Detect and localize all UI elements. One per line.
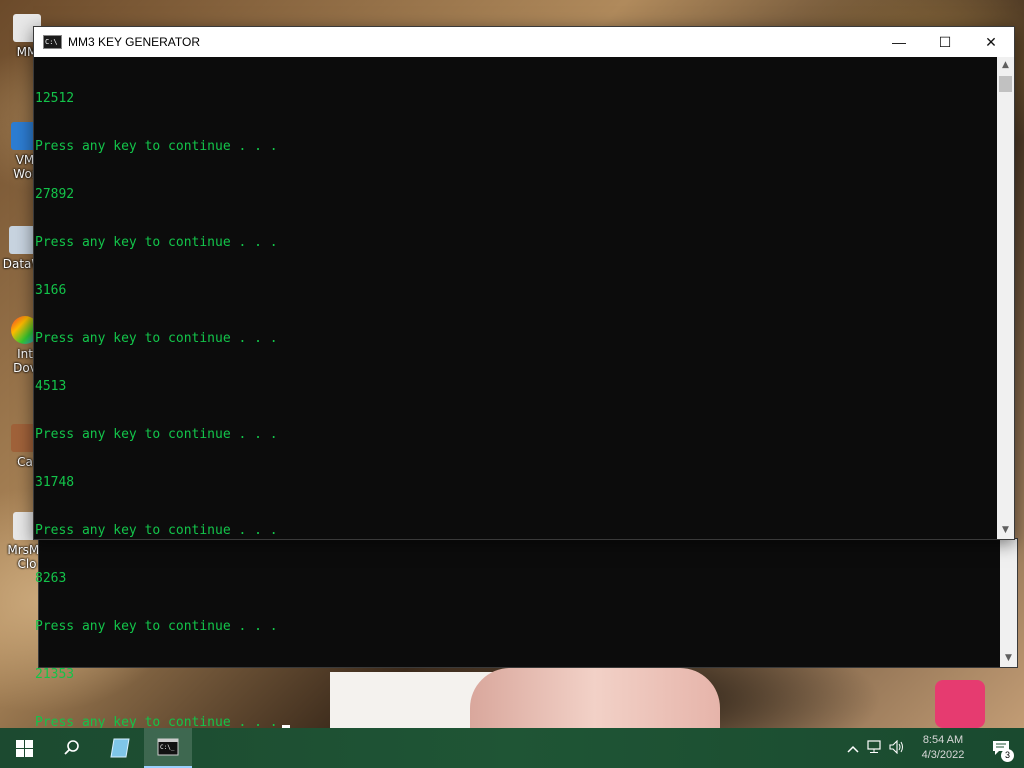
close-button[interactable]: ✕: [968, 27, 1014, 57]
scrollbar[interactable]: ▼: [1000, 539, 1017, 667]
clock[interactable]: 8:54 AM 4/3/2022: [908, 733, 978, 763]
console-icon: C:\: [43, 35, 62, 49]
console-app-icon: C:\_: [157, 738, 179, 756]
console-output[interactable]: 12512 Press any key to continue . . . 27…: [34, 57, 997, 730]
taskbar-app-console[interactable]: C:\_: [144, 728, 192, 768]
action-center-button[interactable]: 3: [978, 728, 1024, 768]
console-window[interactable]: C:\ MM3 KEY GENERATOR — ☐ ✕ 12512 Press …: [33, 26, 1015, 730]
console-line: 21353: [35, 667, 75, 682]
minimize-button[interactable]: —: [876, 27, 922, 57]
scroll-down-arrow-icon[interactable]: ▼: [1000, 650, 1017, 667]
taskbar: C:\_ 8:54 AM 4/3/2022 3: [0, 728, 1024, 768]
console-line: Press any key to continue . . .: [35, 427, 278, 442]
console-line: Press any key to continue . . .: [35, 523, 278, 538]
scroll-up-arrow-icon[interactable]: ▲: [997, 57, 1014, 74]
console-line: 8263: [35, 571, 67, 586]
console-line: Press any key to continue . . .: [35, 235, 278, 250]
search-button[interactable]: [48, 728, 96, 768]
chevron-up-icon[interactable]: [842, 741, 864, 756]
search-icon: [64, 740, 79, 755]
maximize-button[interactable]: ☐: [922, 27, 968, 57]
console-line: 3166: [35, 283, 67, 298]
title-bar[interactable]: C:\ MM3 KEY GENERATOR — ☐ ✕: [34, 27, 1014, 57]
console-line: 12512: [35, 91, 75, 106]
console-line: Press any key to continue . . .: [35, 331, 278, 346]
system-tray: 8:54 AM 4/3/2022 3: [842, 728, 1024, 768]
console-line: 4513: [35, 379, 67, 394]
svg-text:C:\_: C:\_: [160, 744, 175, 751]
clock-date: 4/3/2022: [921, 749, 965, 761]
clock-time: 8:54 AM: [922, 734, 964, 746]
console-line: 27892: [35, 187, 75, 202]
start-button[interactable]: [0, 728, 48, 768]
console-line: Press any key to continue . . .: [35, 139, 278, 154]
scroll-thumb[interactable]: [999, 76, 1012, 92]
notes-app-icon: [110, 738, 130, 758]
scrollbar[interactable]: ▲ ▼: [997, 57, 1014, 539]
console-line: Press any key to continue . . .: [35, 619, 278, 634]
notification-count-badge: 3: [1001, 749, 1014, 762]
volume-icon[interactable]: [886, 739, 908, 757]
console-line: 31748: [35, 475, 75, 490]
window-title: MM3 KEY GENERATOR: [68, 35, 201, 49]
windows-logo-icon: [15, 739, 33, 757]
network-icon[interactable]: [864, 739, 886, 757]
scroll-down-arrow-icon[interactable]: ▼: [997, 522, 1014, 539]
taskbar-app-notes[interactable]: [96, 728, 144, 768]
